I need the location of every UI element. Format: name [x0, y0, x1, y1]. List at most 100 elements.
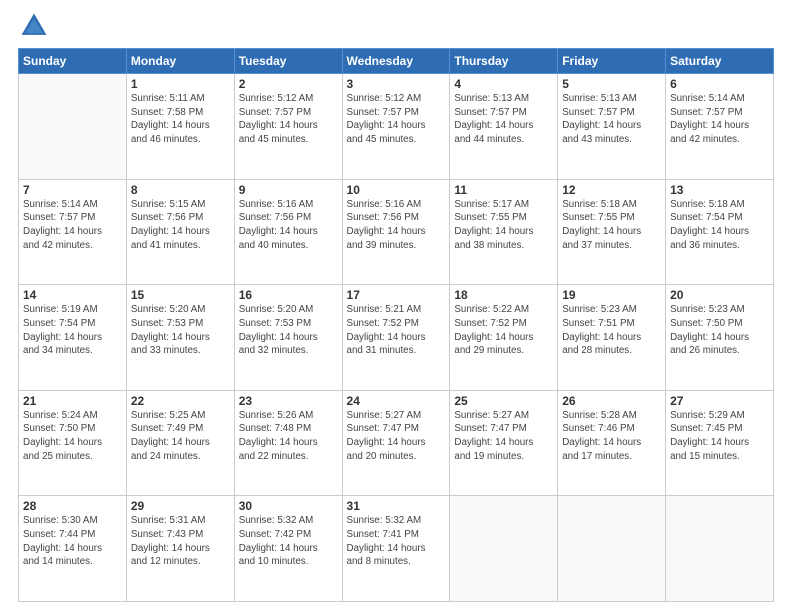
day-number: 1: [131, 77, 230, 91]
calendar-cell: 28Sunrise: 5:30 AM Sunset: 7:44 PM Dayli…: [19, 496, 127, 602]
calendar-cell: [666, 496, 774, 602]
calendar-cell: [450, 496, 558, 602]
calendar-cell: 11Sunrise: 5:17 AM Sunset: 7:55 PM Dayli…: [450, 179, 558, 285]
header: [18, 10, 774, 42]
day-number: 7: [23, 183, 122, 197]
day-number: 16: [239, 288, 338, 302]
calendar: SundayMondayTuesdayWednesdayThursdayFrid…: [18, 48, 774, 602]
calendar-cell: 27Sunrise: 5:29 AM Sunset: 7:45 PM Dayli…: [666, 390, 774, 496]
logo-icon: [18, 10, 50, 42]
calendar-cell: 14Sunrise: 5:19 AM Sunset: 7:54 PM Dayli…: [19, 285, 127, 391]
day-number: 5: [562, 77, 661, 91]
calendar-cell: 23Sunrise: 5:26 AM Sunset: 7:48 PM Dayli…: [234, 390, 342, 496]
day-number: 13: [670, 183, 769, 197]
day-info: Sunrise: 5:18 AM Sunset: 7:55 PM Dayligh…: [562, 198, 661, 253]
day-number: 23: [239, 394, 338, 408]
week-row-4: 28Sunrise: 5:30 AM Sunset: 7:44 PM Dayli…: [19, 496, 774, 602]
day-info: Sunrise: 5:24 AM Sunset: 7:50 PM Dayligh…: [23, 409, 122, 464]
logo: [18, 10, 54, 42]
week-row-2: 14Sunrise: 5:19 AM Sunset: 7:54 PM Dayli…: [19, 285, 774, 391]
calendar-cell: 6Sunrise: 5:14 AM Sunset: 7:57 PM Daylig…: [666, 74, 774, 180]
day-info: Sunrise: 5:16 AM Sunset: 7:56 PM Dayligh…: [347, 198, 446, 253]
day-info: Sunrise: 5:13 AM Sunset: 7:57 PM Dayligh…: [562, 92, 661, 147]
week-row-0: 1Sunrise: 5:11 AM Sunset: 7:58 PM Daylig…: [19, 74, 774, 180]
calendar-cell: 24Sunrise: 5:27 AM Sunset: 7:47 PM Dayli…: [342, 390, 450, 496]
day-number: 4: [454, 77, 553, 91]
day-number: 30: [239, 499, 338, 513]
day-number: 21: [23, 394, 122, 408]
day-info: Sunrise: 5:15 AM Sunset: 7:56 PM Dayligh…: [131, 198, 230, 253]
day-number: 6: [670, 77, 769, 91]
calendar-cell: 12Sunrise: 5:18 AM Sunset: 7:55 PM Dayli…: [558, 179, 666, 285]
calendar-cell: 2Sunrise: 5:12 AM Sunset: 7:57 PM Daylig…: [234, 74, 342, 180]
day-info: Sunrise: 5:17 AM Sunset: 7:55 PM Dayligh…: [454, 198, 553, 253]
day-number: 24: [347, 394, 446, 408]
day-number: 22: [131, 394, 230, 408]
week-row-3: 21Sunrise: 5:24 AM Sunset: 7:50 PM Dayli…: [19, 390, 774, 496]
day-info: Sunrise: 5:23 AM Sunset: 7:51 PM Dayligh…: [562, 303, 661, 358]
day-info: Sunrise: 5:27 AM Sunset: 7:47 PM Dayligh…: [454, 409, 553, 464]
day-number: 29: [131, 499, 230, 513]
calendar-cell: 7Sunrise: 5:14 AM Sunset: 7:57 PM Daylig…: [19, 179, 127, 285]
day-number: 26: [562, 394, 661, 408]
day-number: 27: [670, 394, 769, 408]
calendar-cell: 21Sunrise: 5:24 AM Sunset: 7:50 PM Dayli…: [19, 390, 127, 496]
day-info: Sunrise: 5:19 AM Sunset: 7:54 PM Dayligh…: [23, 303, 122, 358]
day-info: Sunrise: 5:11 AM Sunset: 7:58 PM Dayligh…: [131, 92, 230, 147]
day-info: Sunrise: 5:12 AM Sunset: 7:57 PM Dayligh…: [239, 92, 338, 147]
weekday-header-monday: Monday: [126, 49, 234, 74]
day-info: Sunrise: 5:16 AM Sunset: 7:56 PM Dayligh…: [239, 198, 338, 253]
day-number: 9: [239, 183, 338, 197]
calendar-cell: 10Sunrise: 5:16 AM Sunset: 7:56 PM Dayli…: [342, 179, 450, 285]
day-info: Sunrise: 5:25 AM Sunset: 7:49 PM Dayligh…: [131, 409, 230, 464]
calendar-cell: 13Sunrise: 5:18 AM Sunset: 7:54 PM Dayli…: [666, 179, 774, 285]
weekday-header-thursday: Thursday: [450, 49, 558, 74]
page: SundayMondayTuesdayWednesdayThursdayFrid…: [0, 0, 792, 612]
day-info: Sunrise: 5:28 AM Sunset: 7:46 PM Dayligh…: [562, 409, 661, 464]
day-info: Sunrise: 5:13 AM Sunset: 7:57 PM Dayligh…: [454, 92, 553, 147]
day-info: Sunrise: 5:26 AM Sunset: 7:48 PM Dayligh…: [239, 409, 338, 464]
day-info: Sunrise: 5:27 AM Sunset: 7:47 PM Dayligh…: [347, 409, 446, 464]
day-number: 8: [131, 183, 230, 197]
day-info: Sunrise: 5:32 AM Sunset: 7:42 PM Dayligh…: [239, 514, 338, 569]
calendar-cell: 9Sunrise: 5:16 AM Sunset: 7:56 PM Daylig…: [234, 179, 342, 285]
calendar-cell: 5Sunrise: 5:13 AM Sunset: 7:57 PM Daylig…: [558, 74, 666, 180]
day-info: Sunrise: 5:20 AM Sunset: 7:53 PM Dayligh…: [131, 303, 230, 358]
day-info: Sunrise: 5:14 AM Sunset: 7:57 PM Dayligh…: [23, 198, 122, 253]
day-info: Sunrise: 5:21 AM Sunset: 7:52 PM Dayligh…: [347, 303, 446, 358]
calendar-cell: 3Sunrise: 5:12 AM Sunset: 7:57 PM Daylig…: [342, 74, 450, 180]
day-number: 25: [454, 394, 553, 408]
day-info: Sunrise: 5:20 AM Sunset: 7:53 PM Dayligh…: [239, 303, 338, 358]
week-row-1: 7Sunrise: 5:14 AM Sunset: 7:57 PM Daylig…: [19, 179, 774, 285]
calendar-cell: 1Sunrise: 5:11 AM Sunset: 7:58 PM Daylig…: [126, 74, 234, 180]
calendar-cell: 30Sunrise: 5:32 AM Sunset: 7:42 PM Dayli…: [234, 496, 342, 602]
day-info: Sunrise: 5:23 AM Sunset: 7:50 PM Dayligh…: [670, 303, 769, 358]
day-number: 14: [23, 288, 122, 302]
calendar-cell: 26Sunrise: 5:28 AM Sunset: 7:46 PM Dayli…: [558, 390, 666, 496]
day-info: Sunrise: 5:14 AM Sunset: 7:57 PM Dayligh…: [670, 92, 769, 147]
weekday-header-saturday: Saturday: [666, 49, 774, 74]
day-number: 11: [454, 183, 553, 197]
weekday-header-tuesday: Tuesday: [234, 49, 342, 74]
day-number: 31: [347, 499, 446, 513]
day-number: 2: [239, 77, 338, 91]
calendar-cell: 17Sunrise: 5:21 AM Sunset: 7:52 PM Dayli…: [342, 285, 450, 391]
calendar-cell: 25Sunrise: 5:27 AM Sunset: 7:47 PM Dayli…: [450, 390, 558, 496]
calendar-cell: 31Sunrise: 5:32 AM Sunset: 7:41 PM Dayli…: [342, 496, 450, 602]
calendar-cell: 29Sunrise: 5:31 AM Sunset: 7:43 PM Dayli…: [126, 496, 234, 602]
calendar-cell: [558, 496, 666, 602]
weekday-header-row: SundayMondayTuesdayWednesdayThursdayFrid…: [19, 49, 774, 74]
calendar-cell: 22Sunrise: 5:25 AM Sunset: 7:49 PM Dayli…: [126, 390, 234, 496]
calendar-cell: 18Sunrise: 5:22 AM Sunset: 7:52 PM Dayli…: [450, 285, 558, 391]
weekday-header-sunday: Sunday: [19, 49, 127, 74]
day-info: Sunrise: 5:32 AM Sunset: 7:41 PM Dayligh…: [347, 514, 446, 569]
day-info: Sunrise: 5:18 AM Sunset: 7:54 PM Dayligh…: [670, 198, 769, 253]
day-number: 20: [670, 288, 769, 302]
weekday-header-wednesday: Wednesday: [342, 49, 450, 74]
day-info: Sunrise: 5:31 AM Sunset: 7:43 PM Dayligh…: [131, 514, 230, 569]
calendar-cell: [19, 74, 127, 180]
day-number: 19: [562, 288, 661, 302]
calendar-cell: 16Sunrise: 5:20 AM Sunset: 7:53 PM Dayli…: [234, 285, 342, 391]
day-number: 3: [347, 77, 446, 91]
day-info: Sunrise: 5:12 AM Sunset: 7:57 PM Dayligh…: [347, 92, 446, 147]
